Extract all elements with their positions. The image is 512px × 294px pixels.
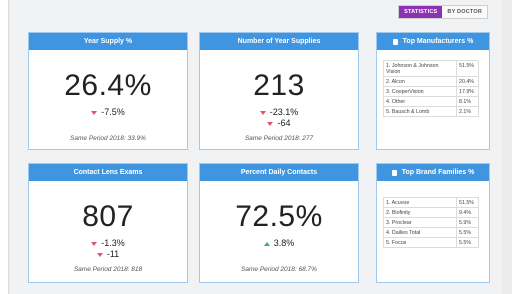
kpi-value: 72.5% [235, 200, 323, 233]
down-arrow-icon [96, 252, 103, 257]
card-title: Number of Year Supplies [200, 33, 358, 50]
row-percent: 51.5% [456, 60, 479, 77]
card-title: Percent Daily Contacts [200, 164, 358, 181]
down-arrow-icon [91, 241, 98, 246]
up-arrow-icon [263, 241, 270, 246]
same-period: Same Period 2018: 33.9% [70, 135, 146, 142]
year-supply-card: Year Supply % 26.4% -7.5% Same Period 20… [28, 32, 188, 150]
view-toggle: STATISTICS BY DOCTOR [398, 5, 488, 19]
dashboard-content: STATISTICS BY DOCTOR Year Supply % 26.4%… [10, 0, 502, 294]
row-percent: 9.4% [456, 207, 479, 218]
left-edge [0, 0, 9, 294]
delta-value: -7.5% [101, 107, 125, 117]
delta-value: -23.1% [269, 107, 299, 117]
by-doctor-tab[interactable]: BY DOCTOR [442, 6, 487, 18]
kpi-delta: -23.1% [200, 107, 358, 117]
row-percent: 5.5% [456, 227, 479, 238]
same-period: Same Period 2018: 818 [73, 266, 143, 273]
row-name: 1. Johnson & Johnson Vision [383, 60, 457, 77]
kpi-value: 807 [82, 200, 134, 233]
table-row: 1. Johnson & Johnson Vision 51.5% [383, 60, 479, 77]
table-row: 3. Proclear 5.9% [383, 217, 479, 228]
table-row: 5. Bausch & Lomb 2.1% [383, 106, 479, 117]
row-name: 5. Bausch & Lomb [383, 106, 457, 117]
delta-count: -64 [277, 118, 291, 128]
card-title: Top Brand Families % [377, 164, 489, 181]
delta-value: -1.3% [101, 238, 125, 248]
document-icon [391, 169, 397, 176]
table-row: 5. Focus 5.5% [383, 237, 479, 248]
delta-value: 3.8% [273, 238, 295, 248]
row-name: 3. Proclear [383, 217, 457, 228]
kpi-value: 213 [253, 69, 305, 102]
row-name: 1. Acuvue [383, 197, 457, 208]
row-percent: 5.9% [456, 217, 479, 228]
card-title: Top Manufacturers % [377, 33, 489, 50]
percent-daily-contacts-card: Percent Daily Contacts 72.5% 3.8% Same P… [199, 163, 359, 283]
row-percent: 17.9% [456, 86, 479, 97]
brands-table: 1. Acuvue 51.5% 2. Biofinity 9.4% 3. Proclea… [383, 197, 479, 248]
row-name: 3. CooperVision [383, 86, 457, 97]
row-name: 4. Dailies Total [383, 227, 457, 238]
card-title: Contact Lens Exams [29, 164, 187, 181]
delta-count: -11 [106, 249, 120, 259]
table-row: 1. Acuvue 51.5% [383, 197, 479, 208]
statistics-tab[interactable]: STATISTICS [399, 6, 443, 18]
row-percent: 8.1% [456, 96, 479, 107]
table-row: 4. Dailies Total 5.5% [383, 227, 479, 238]
kpi-delta: -7.5% [29, 107, 187, 117]
manufacturers-table: 1. Johnson & Johnson Vision 51.5% 2. Alcon… [383, 60, 479, 117]
kpi-delta-count: -64 [200, 118, 358, 128]
down-arrow-icon [259, 110, 266, 115]
row-name: 5. Focus [383, 237, 457, 248]
table-row: 4. Other 8.1% [383, 96, 479, 107]
kpi-value: 26.4% [64, 69, 152, 102]
row-percent: 5.5% [456, 237, 479, 248]
row-percent: 2.1% [456, 106, 479, 117]
table-row: 2. Alcon 20.4% [383, 76, 479, 87]
document-icon [392, 38, 398, 45]
row-name: 2. Biofinity [383, 207, 457, 218]
same-period: Same Period 2018: 68.7% [241, 266, 317, 273]
top-brand-families-card: Top Brand Families % 1. Acuvue 51.5% 2. Bi… [376, 163, 490, 283]
top-manufacturers-card: Top Manufacturers % 1. Johnson & Johnson… [376, 32, 490, 150]
row-name: 4. Other [383, 96, 457, 107]
table-row: 3. CooperVision 17.9% [383, 86, 479, 97]
down-arrow-icon [91, 110, 98, 115]
kpi-delta: -1.3% [29, 238, 187, 248]
table-row: 2. Biofinity 9.4% [383, 207, 479, 218]
card-title: Year Supply % [29, 33, 187, 50]
card-title-text: Top Brand Families % [401, 169, 475, 176]
contact-lens-exams-card: Contact Lens Exams 807 -1.3% -11 Same Pe… [28, 163, 188, 283]
row-percent: 20.4% [456, 76, 479, 87]
down-arrow-icon [267, 121, 274, 126]
same-period: Same Period 2018: 277 [244, 135, 314, 142]
page: STATISTICS BY DOCTOR Year Supply % 26.4%… [0, 0, 512, 294]
row-name: 2. Alcon [383, 76, 457, 87]
kpi-delta: 3.8% [200, 238, 358, 248]
card-title-text: Top Manufacturers % [402, 38, 474, 45]
number-year-supplies-card: Number of Year Supplies 213 -23.1% -64 S… [199, 32, 359, 150]
kpi-delta-count: -11 [29, 249, 187, 259]
row-percent: 51.5% [456, 197, 479, 208]
